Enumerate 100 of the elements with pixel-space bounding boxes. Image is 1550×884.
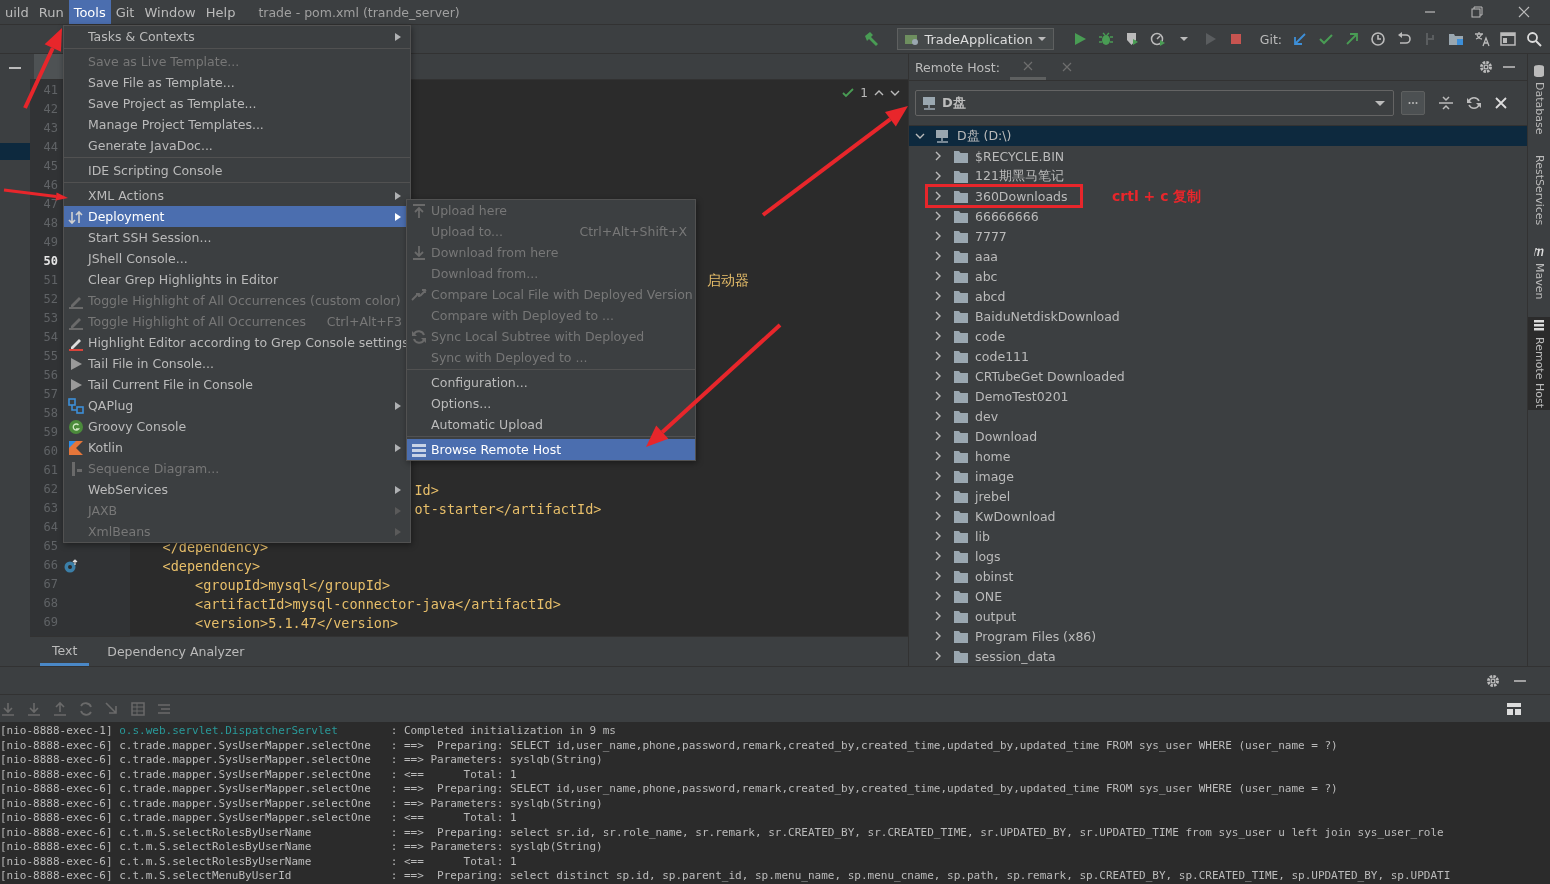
menu-item[interactable]: Kotlin — [64, 437, 410, 458]
tree-item[interactable]: D盘 (D:\) — [909, 126, 1527, 146]
tree-item[interactable]: Program Files (x86) — [909, 626, 1527, 646]
menu-item[interactable]: QAPlug — [64, 395, 410, 416]
checkmark-icon[interactable] — [1318, 31, 1334, 47]
refresh-icon[interactable] — [1467, 96, 1481, 110]
tree-item[interactable]: abcd — [909, 286, 1527, 306]
menu-item[interactable]: Tasks & Contexts — [64, 26, 410, 47]
menu-item[interactable]: Window — [139, 0, 201, 24]
tree-item[interactable]: jrebel — [909, 486, 1527, 506]
menu-item[interactable]: Clear Grep Highlights in Editor — [64, 269, 410, 290]
side-tab[interactable]: Maven — [1528, 242, 1550, 302]
clock-icon[interactable] — [1370, 31, 1386, 47]
menu-item[interactable]: JShell Console... — [64, 248, 410, 269]
menu-item[interactable]: Configuration... — [407, 372, 695, 393]
override-marker-icon[interactable] — [64, 558, 78, 573]
minimize-icon[interactable] — [9, 66, 21, 70]
tree-item[interactable]: session_data — [909, 646, 1527, 666]
side-tab[interactable]: Database — [1528, 62, 1550, 137]
tree-item[interactable]: DemoTest0201 — [909, 386, 1527, 406]
tree-item[interactable]: aaa — [909, 246, 1527, 266]
menu-item[interactable]: Generate JavaDoc... — [64, 135, 410, 156]
menu-item[interactable]: Automatic Upload — [407, 414, 695, 435]
menu-item[interactable]: Run — [33, 0, 69, 24]
log-logger: c.t.m.S.selectRolesByUserName — [119, 840, 313, 855]
collapse-icon[interactable] — [1439, 96, 1453, 110]
folder-icon — [953, 289, 969, 303]
tree-item[interactable]: logs — [909, 546, 1527, 566]
tree-item[interactable]: obinst — [909, 566, 1527, 586]
server-dropdown[interactable]: D盘 — [915, 90, 1394, 116]
menu-item[interactable]: Options... — [407, 393, 695, 414]
chevron-up-icon[interactable] — [874, 88, 884, 98]
annotation-text: crtl + c 复制 — [1112, 188, 1202, 206]
translate-icon[interactable] — [1474, 31, 1490, 47]
menu-item[interactable]: Manage Project Templates... — [64, 114, 410, 135]
tree-item[interactable]: output — [909, 606, 1527, 626]
menu-item[interactable]: Browse Remote Host — [407, 439, 695, 460]
log-logger: c.trade.mapper.SysUserMapper.selectOne — [119, 738, 372, 753]
tree-item[interactable]: home — [909, 446, 1527, 466]
folder-grid-icon[interactable] — [1448, 31, 1464, 47]
menu-item[interactable]: Tail Current File in Console — [64, 374, 410, 395]
menu-item[interactable]: Save Project as Template... — [64, 93, 410, 114]
tree-item-label: ONE — [975, 588, 1003, 604]
log-message: : ==> Parameters: syslqb(String) — [390, 840, 603, 855]
run-configuration-dropdown[interactable]: TradeApplication — [897, 28, 1054, 50]
chevron-down-icon[interactable] — [890, 88, 900, 98]
log-logger: o.s.web.servlet.DispatcherServlet — [119, 724, 339, 739]
bug-icon[interactable] — [1097, 31, 1114, 47]
tree-item[interactable]: KwDownload — [909, 506, 1527, 526]
menu-item[interactable]: Save File as Template... — [64, 72, 410, 93]
menu-item[interactable]: uild — [0, 0, 34, 24]
close-icon[interactable] — [1518, 6, 1530, 18]
tree-item[interactable]: image — [909, 466, 1527, 486]
tree-item[interactable]: dev — [909, 406, 1527, 426]
menu-item[interactable]: Highlight Editor according to Grep Console settings — [64, 332, 410, 353]
tree-item[interactable]: lib — [909, 526, 1527, 546]
log-thread: [nio-8888-exec-6] — [0, 782, 114, 797]
log-thread: [nio-8888-exec-6] — [0, 840, 114, 855]
tree-item[interactable]: $RECYCLE.BIN — [909, 146, 1527, 166]
tree-item[interactable]: code — [909, 326, 1527, 346]
menu-item[interactable]: WebServices — [64, 479, 410, 500]
tree-item-label: 66666666 — [975, 208, 1039, 224]
tree-item[interactable]: 7777 — [909, 226, 1527, 246]
tree-item[interactable]: CRTubeGet Downloaded — [909, 366, 1527, 386]
menu-item[interactable]: Tail File in Console... — [64, 353, 410, 374]
shortcut-label: Ctrl+Alt+Shift+X — [579, 224, 687, 239]
layout-icon[interactable] — [1506, 701, 1522, 716]
menu-item[interactable]: Start SSH Session... — [64, 227, 410, 248]
menu-item[interactable]: Git — [110, 0, 140, 24]
menu-item[interactable]: XML Actions — [64, 185, 410, 206]
tree-item[interactable]: ONE — [909, 586, 1527, 606]
hammer-icon[interactable] — [863, 31, 880, 47]
tree-item[interactable]: BaiduNetdiskDownload — [909, 306, 1527, 326]
tree-item[interactable]: abc — [909, 266, 1527, 286]
search-icon[interactable] — [1526, 31, 1542, 47]
tree-item-label: DemoTest0201 — [975, 388, 1069, 404]
chevron-down-icon[interactable] — [915, 131, 925, 141]
window-icon[interactable] — [1500, 31, 1516, 47]
folder-icon — [953, 389, 969, 403]
arrow-up-right-icon[interactable] — [1344, 31, 1360, 47]
side-tab[interactable]: Remote Host — [1528, 317, 1550, 411]
tree-item[interactable]: 66666666 — [909, 206, 1527, 226]
folder-icon — [953, 249, 969, 263]
menu-item[interactable]: Tools — [68, 0, 111, 24]
settings-icon[interactable] — [1479, 60, 1493, 74]
editor-tab[interactable]: Dependency Analyzer — [95, 637, 257, 666]
tree-item[interactable]: 121期黑马笔记 — [909, 166, 1527, 186]
gauge-icon[interactable] — [1149, 31, 1166, 47]
menu-item[interactable]: IDE Scripting Console — [64, 160, 410, 181]
settings-icon[interactable] — [1486, 673, 1500, 688]
arrow-down-left-icon[interactable] — [1292, 31, 1308, 47]
log-logger: c.t.m.S.selectRolesByUserName — [119, 825, 313, 840]
tree-item[interactable]: 360Downloads crtl + c 复制 — [909, 186, 1527, 206]
menu-item[interactable]: Help — [200, 0, 241, 24]
tree-item[interactable]: code111 — [909, 346, 1527, 366]
tree-item[interactable]: Download — [909, 426, 1527, 446]
restore-icon[interactable] — [1471, 6, 1483, 18]
log-thread: [nio-8888-exec-6] — [0, 753, 114, 768]
menu-item[interactable]: Groovy Console — [64, 416, 410, 437]
undo-icon[interactable] — [1396, 31, 1412, 47]
